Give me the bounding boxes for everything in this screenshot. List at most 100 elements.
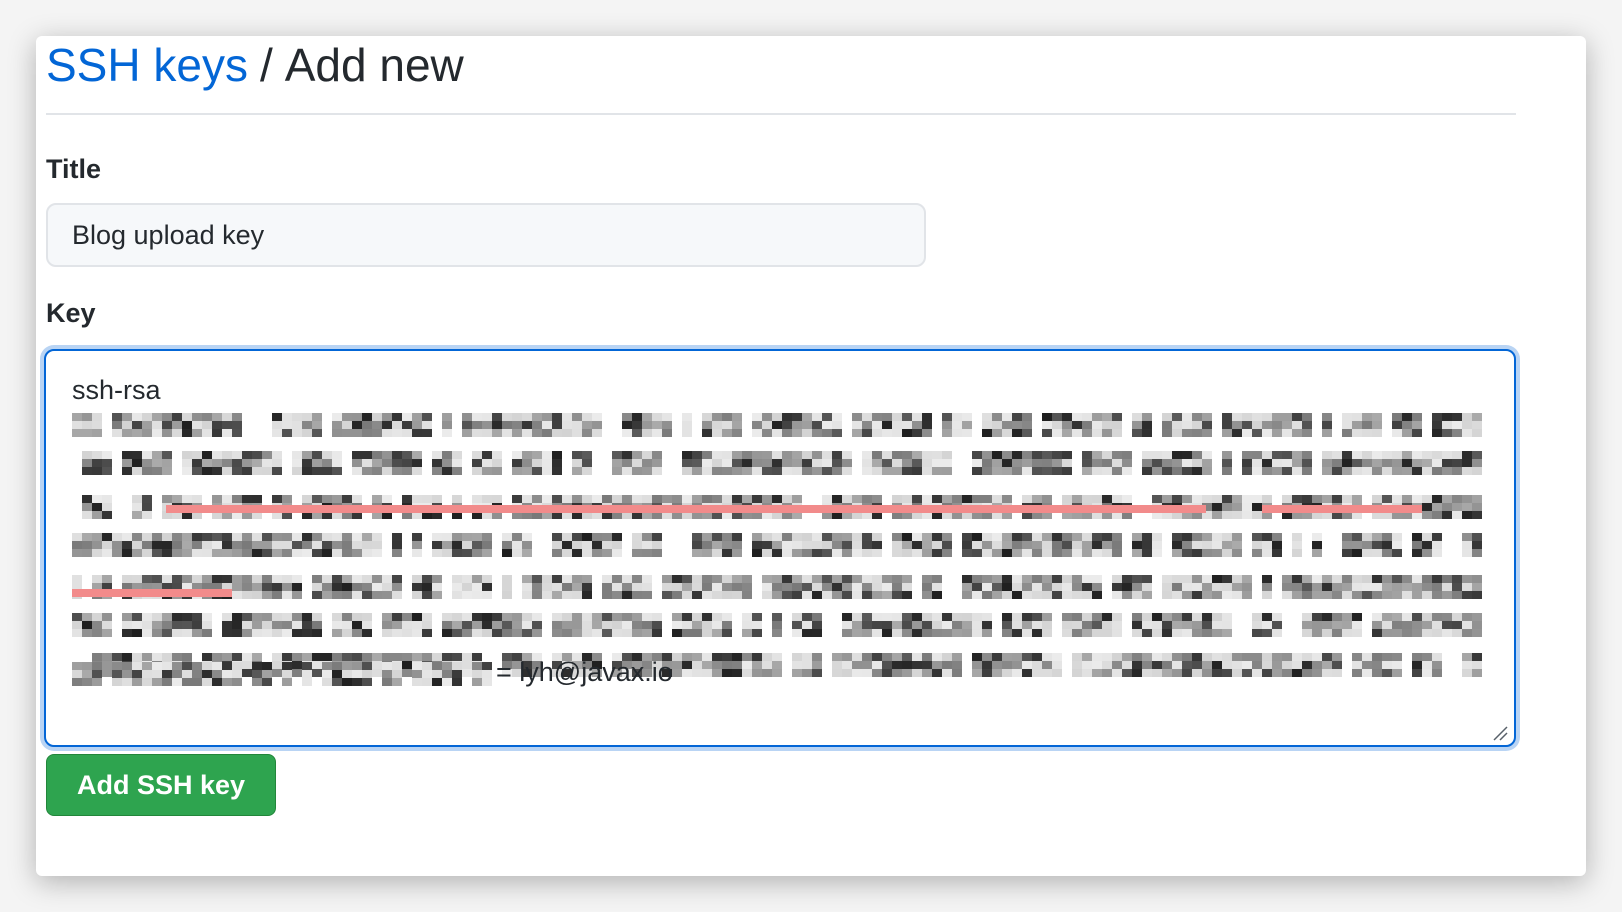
redaction-block <box>982 459 992 467</box>
redaction-block <box>412 459 422 467</box>
redaction-block <box>1232 661 1242 669</box>
redaction-block <box>1472 533 1482 541</box>
redaction-block <box>902 413 912 421</box>
redaction-block <box>1032 653 1042 661</box>
redaction-block <box>1202 613 1212 621</box>
redaction-block <box>1092 575 1102 583</box>
redaction-block <box>422 591 432 599</box>
redaction-block <box>82 421 92 429</box>
add-ssh-key-button[interactable]: Add SSH key <box>46 754 276 816</box>
resize-grip-icon[interactable] <box>1490 723 1508 741</box>
redaction-block <box>222 421 232 429</box>
redaction-block <box>642 533 652 541</box>
redaction-block <box>1472 575 1482 583</box>
redaction-block <box>212 575 222 583</box>
redaction-block <box>472 541 482 549</box>
redaction-block <box>1192 421 1202 429</box>
redaction-block <box>702 451 712 459</box>
redaction-block <box>812 591 822 599</box>
redaction-block <box>812 451 822 459</box>
redaction-block <box>1172 549 1182 557</box>
redaction-block <box>1332 467 1342 475</box>
redaction-block <box>222 621 232 629</box>
redaction-block <box>172 429 182 437</box>
redaction-block <box>592 613 602 621</box>
redaction-block <box>1042 541 1052 549</box>
redaction-block <box>1352 459 1362 467</box>
redaction-block <box>1132 421 1142 429</box>
redaction-block <box>1042 629 1052 637</box>
redaction-block <box>1392 613 1402 621</box>
redaction-block <box>812 613 822 621</box>
redaction-block <box>642 421 652 429</box>
redaction-block <box>212 467 222 475</box>
redaction-block <box>962 621 972 629</box>
redaction-block <box>622 613 632 621</box>
redaction-block <box>1262 629 1272 637</box>
redaction-block <box>722 429 732 437</box>
redaction-block <box>142 669 152 678</box>
redaction-block <box>502 591 512 599</box>
redaction-block <box>1412 613 1422 621</box>
redaction-block <box>702 621 712 629</box>
key-textarea[interactable]: ssh-rsa = lyh@javax.io <box>44 349 1516 747</box>
redaction-block <box>1362 413 1372 421</box>
redaction-block <box>1052 661 1062 669</box>
redaction-block <box>692 549 702 557</box>
redaction-block <box>602 621 612 629</box>
redaction-block <box>162 429 172 437</box>
redaction-block <box>1082 467 1092 475</box>
redaction-block <box>722 413 732 421</box>
redaction-block <box>632 549 642 557</box>
redaction-block <box>1422 511 1432 519</box>
redaction-block <box>482 621 492 629</box>
redaction-block <box>902 429 912 437</box>
redaction-block <box>1172 653 1182 661</box>
redaction-block <box>1472 495 1482 503</box>
redaction-block <box>142 575 152 583</box>
redaction-block <box>142 495 152 503</box>
redaction-block <box>872 429 882 437</box>
redaction-block <box>372 467 382 475</box>
redaction-block <box>1242 661 1252 669</box>
redaction-block <box>1182 549 1192 557</box>
redaction-block <box>1282 661 1292 669</box>
redaction-block <box>312 549 322 557</box>
redaction-block <box>132 621 142 629</box>
redaction-block <box>752 541 762 549</box>
redaction-block <box>932 549 942 557</box>
redaction-block <box>1032 669 1042 677</box>
redaction-block <box>542 421 552 429</box>
redaction-block <box>512 459 522 467</box>
redaction-block <box>752 413 762 421</box>
redaction-block <box>712 549 722 557</box>
breadcrumb-ssh-keys-link[interactable]: SSH keys <box>46 39 248 91</box>
redaction-block <box>572 467 582 475</box>
redaction-block <box>442 467 452 475</box>
redaction-block <box>362 613 372 621</box>
redaction-block <box>482 669 492 678</box>
redaction-block <box>982 549 992 557</box>
redaction-block <box>1242 511 1252 519</box>
redaction-block <box>392 451 402 459</box>
title-input[interactable] <box>46 203 926 267</box>
redaction-block <box>1182 541 1192 549</box>
redaction-block <box>592 533 602 541</box>
redaction-block <box>1162 629 1172 637</box>
redaction-block <box>392 541 402 549</box>
redaction-block <box>232 575 242 583</box>
redaction-block <box>1412 421 1422 429</box>
redaction-block <box>1182 413 1192 421</box>
redaction-block <box>1222 467 1232 475</box>
redaction-block <box>182 549 192 557</box>
redaction-block <box>442 459 452 467</box>
redaction-block <box>912 669 922 677</box>
redaction-block <box>742 451 752 459</box>
redaction-block <box>1382 533 1392 541</box>
key-last-line: = lyh@javax.io <box>72 657 673 688</box>
redaction-block <box>362 575 372 583</box>
redaction-block <box>1212 549 1222 557</box>
redaction-block <box>132 661 142 670</box>
redaction-block <box>702 429 712 437</box>
redaction-block <box>352 591 362 599</box>
